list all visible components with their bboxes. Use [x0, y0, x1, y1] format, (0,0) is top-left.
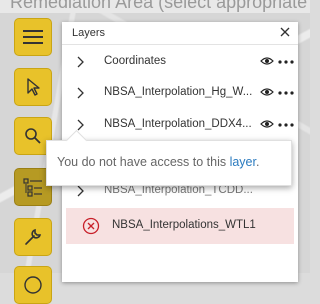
layer-item-label: NBSA_Interpolation_Hg_W... [104, 86, 253, 98]
menu-button[interactable] [14, 18, 52, 56]
eye-icon[interactable] [260, 56, 274, 66]
wrench-icon [25, 228, 42, 245]
eye-icon[interactable] [260, 87, 274, 97]
header-bar: Remediation Area (select appropriate [0, 0, 310, 13]
more-options-icon[interactable] [278, 60, 294, 64]
layer-item-ddx[interactable]: NBSA_Interpolation_DDX4... [62, 110, 298, 140]
layer-item-coordinates[interactable]: Coordinates [62, 47, 298, 77]
layer-list-icon [23, 178, 42, 197]
layers-panel-title: Layers [72, 27, 106, 39]
tooltip-message: You do not have access to this [57, 155, 230, 169]
select-pointer-icon [27, 78, 40, 96]
hamburger-menu-icon [23, 30, 43, 44]
chevron-right-icon[interactable] [76, 56, 84, 68]
chevron-right-icon[interactable] [76, 119, 84, 131]
layer-item-label: NBSA_Interpolation_DDX4... [104, 118, 252, 130]
error-icon [82, 217, 100, 235]
search-icon [25, 128, 41, 144]
tooltip-suffix: . [255, 155, 260, 169]
layer-item-wtl1[interactable]: NBSA_Interpolations_WTL1 [66, 208, 294, 244]
chevron-right-icon[interactable] [76, 185, 84, 197]
eye-icon[interactable] [260, 119, 274, 129]
layer-item-label: Coordinates [104, 55, 167, 67]
layers-panel-header: Layers [62, 22, 298, 45]
tools-button[interactable] [14, 218, 52, 256]
info-icon [24, 276, 42, 294]
layer-item-label: NBSA_Interpolations_WTL1 [112, 219, 256, 231]
tooltip-text: You do not have access to this layer. [57, 155, 259, 169]
header-title: Remediation Area (select appropriate [10, 0, 308, 12]
info-button[interactable] [14, 266, 52, 304]
layer-item-hg[interactable]: NBSA_Interpolation_Hg_W... [62, 78, 298, 108]
more-options-icon[interactable] [278, 123, 294, 127]
more-options-icon[interactable] [278, 91, 294, 95]
chevron-right-icon[interactable] [76, 87, 84, 99]
close-icon[interactable] [278, 25, 292, 39]
select-button[interactable] [14, 68, 52, 106]
access-denied-tooltip: You do not have access to this layer. [46, 129, 292, 186]
tooltip-layer-link[interactable]: layer [230, 155, 256, 169]
